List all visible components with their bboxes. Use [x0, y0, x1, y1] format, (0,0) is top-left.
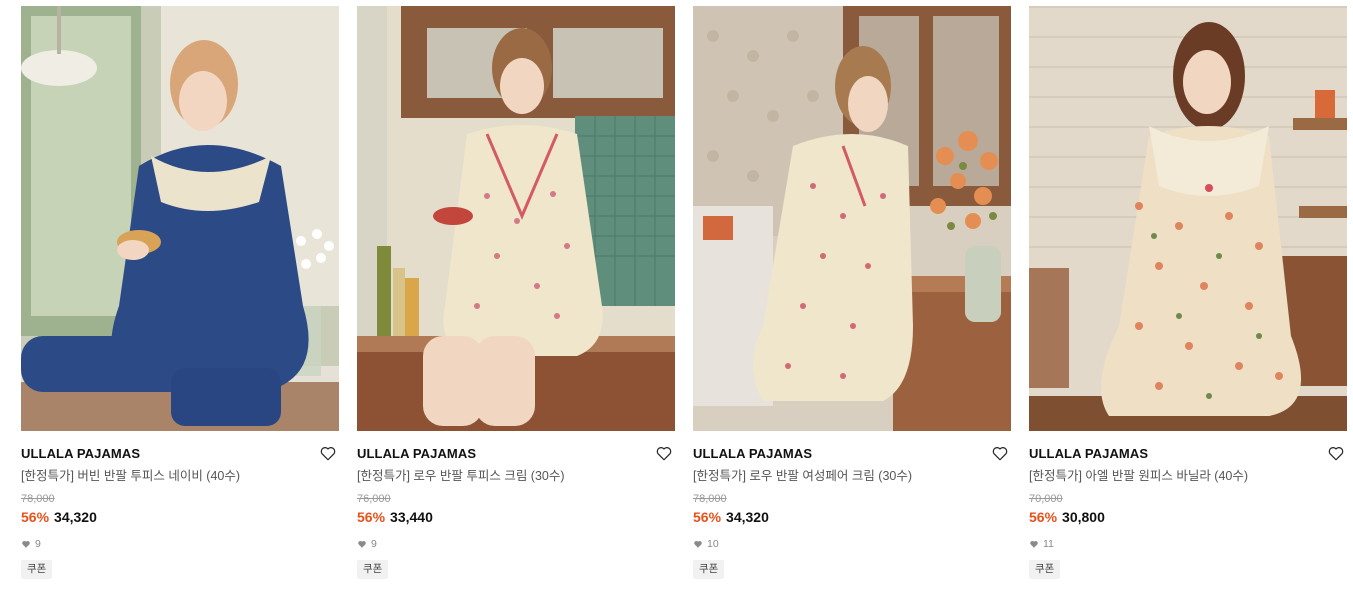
- product-title[interactable]: [한정특가] 아엘 반팔 원피스 바닐라 (40수): [1029, 468, 1347, 485]
- likes-value: 11: [1043, 538, 1054, 550]
- product-image[interactable]: [21, 6, 339, 431]
- coupon-badge: 쿠폰: [693, 560, 725, 579]
- likes-count: 9: [357, 537, 675, 551]
- likes-count: 9: [21, 537, 339, 551]
- discount-rate: 56%: [21, 509, 50, 525]
- original-price: 70,000: [1029, 493, 1063, 505]
- sale-price: 30,800: [1062, 509, 1105, 525]
- product-card[interactable]: ULLALA PAJAMAS [한정특가] 로우 반팔 투피스 크림 (30수)…: [357, 6, 675, 579]
- price-row: 56% 33,440: [357, 509, 675, 526]
- brand-row: ULLALA PAJAMAS: [21, 445, 339, 463]
- likes-value: 9: [35, 538, 41, 550]
- product-image[interactable]: [357, 6, 675, 431]
- discount-rate: 56%: [357, 509, 386, 525]
- product-card[interactable]: ULLALA PAJAMAS [한정특가] 아엘 반팔 원피스 바닐라 (40수…: [1029, 6, 1347, 579]
- sale-price: 34,320: [54, 509, 97, 525]
- product-title[interactable]: [한정특가] 버빈 반팔 투피스 네이비 (40수): [21, 468, 339, 485]
- price-row: 56% 30,800: [1029, 509, 1347, 526]
- discount-rate: 56%: [693, 509, 722, 525]
- product-title[interactable]: [한정특가] 로우 반팔 여성페어 크림 (30수): [693, 468, 1011, 485]
- brand-row: ULLALA PAJAMAS: [693, 445, 1011, 463]
- original-price: 76,000: [357, 493, 391, 505]
- likes-value: 10: [707, 538, 719, 550]
- brand-name[interactable]: ULLALA PAJAMAS: [357, 446, 476, 461]
- likes-count: 11: [1029, 537, 1347, 551]
- product-card[interactable]: ULLALA PAJAMAS [한정특가] 로우 반팔 여성페어 크림 (30수…: [693, 6, 1011, 579]
- brand-name[interactable]: ULLALA PAJAMAS: [21, 446, 140, 461]
- brand-row: ULLALA PAJAMAS: [357, 445, 675, 463]
- coupon-badge: 쿠폰: [21, 560, 53, 579]
- coupon-badge: 쿠폰: [1029, 560, 1061, 579]
- brand-name[interactable]: ULLALA PAJAMAS: [1029, 446, 1148, 461]
- wishlist-heart-icon[interactable]: [1327, 444, 1345, 462]
- sale-price: 33,440: [390, 509, 433, 525]
- heart-filled-icon: [694, 541, 702, 548]
- brand-name[interactable]: ULLALA PAJAMAS: [693, 446, 812, 461]
- likes-count: 10: [693, 537, 1011, 551]
- product-title[interactable]: [한정특가] 로우 반팔 투피스 크림 (30수): [357, 468, 675, 485]
- product-card[interactable]: ULLALA PAJAMAS [한정특가] 버빈 반팔 투피스 네이비 (40수…: [21, 6, 339, 579]
- likes-value: 9: [371, 538, 377, 550]
- heart-filled-icon: [22, 541, 30, 548]
- price-row: 56% 34,320: [21, 509, 339, 526]
- original-price: 78,000: [693, 493, 727, 505]
- price-row: 56% 34,320: [693, 509, 1011, 526]
- original-price: 78,000: [21, 493, 55, 505]
- product-image[interactable]: [1029, 6, 1347, 431]
- sale-price: 34,320: [726, 509, 769, 525]
- discount-rate: 56%: [1029, 509, 1058, 525]
- heart-filled-icon: [1030, 541, 1038, 548]
- wishlist-heart-icon[interactable]: [655, 444, 673, 462]
- heart-filled-icon: [358, 541, 366, 548]
- coupon-badge: 쿠폰: [357, 560, 389, 579]
- wishlist-heart-icon[interactable]: [991, 444, 1009, 462]
- brand-row: ULLALA PAJAMAS: [1029, 445, 1347, 463]
- product-image[interactable]: [693, 6, 1011, 431]
- wishlist-heart-icon[interactable]: [319, 444, 337, 462]
